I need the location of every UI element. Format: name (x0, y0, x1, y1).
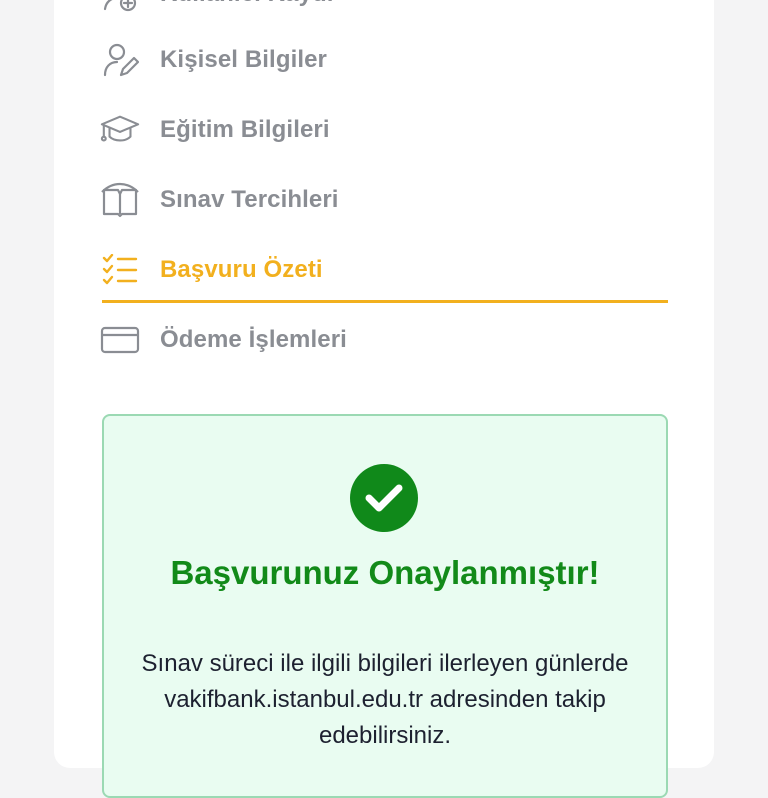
step-exam-preferences[interactable]: Sınav Tercihleri (100, 170, 668, 230)
step-label: Kişisel Bilgiler (160, 46, 327, 73)
step-user-registration[interactable]: Kullanıcı Kaydı (102, 0, 668, 24)
success-title: Başvurunuz Onaylanmıştır! (170, 554, 600, 591)
step-label: Sınav Tercihleri (160, 186, 339, 213)
success-panel: Başvurunuz Onaylanmıştır! Sınav süreci i… (102, 414, 668, 798)
user-edit-icon (100, 40, 140, 80)
step-payment[interactable]: Ödeme İşlemleri (100, 310, 668, 370)
checklist-icon (100, 250, 140, 290)
book-open-icon (100, 180, 140, 220)
application-card: Kullanıcı Kaydı Kişisel Bilgiler Eğitim … (54, 0, 714, 798)
step-label: Eğitim Bilgileri (160, 116, 330, 143)
user-plus-icon (100, 0, 140, 14)
step-label: Ödeme İşlemleri (160, 326, 347, 353)
graduation-cap-icon (100, 110, 140, 150)
step-label: Kullanıcı Kaydı (160, 0, 334, 8)
step-personal-info[interactable]: Kişisel Bilgiler (102, 30, 668, 90)
step-education-info[interactable]: Eğitim Bilgileri (100, 100, 668, 160)
step-application-summary[interactable]: Başvuru Özeti (102, 240, 668, 303)
check-circle-icon (350, 464, 418, 532)
success-message: Sınav süreci ile ilgili bilgileri ilerle… (141, 650, 629, 749)
step-label: Başvuru Özeti (160, 256, 323, 283)
credit-card-icon (100, 320, 140, 360)
